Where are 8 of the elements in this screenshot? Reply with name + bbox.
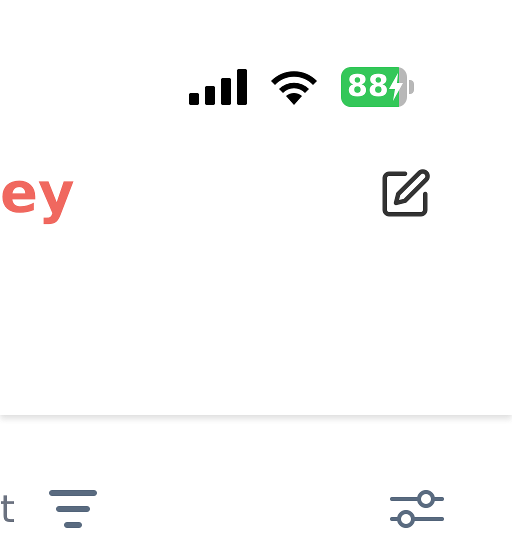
sliders-icon[interactable] [390,489,444,529]
battery-tip [409,80,414,94]
filter-icon[interactable] [48,489,97,529]
sort-label: t [0,490,15,528]
battery-percentage: 88 [347,72,389,102]
wifi-icon [269,69,319,105]
signal-icon [189,69,247,105]
page-title: ey [0,166,74,222]
